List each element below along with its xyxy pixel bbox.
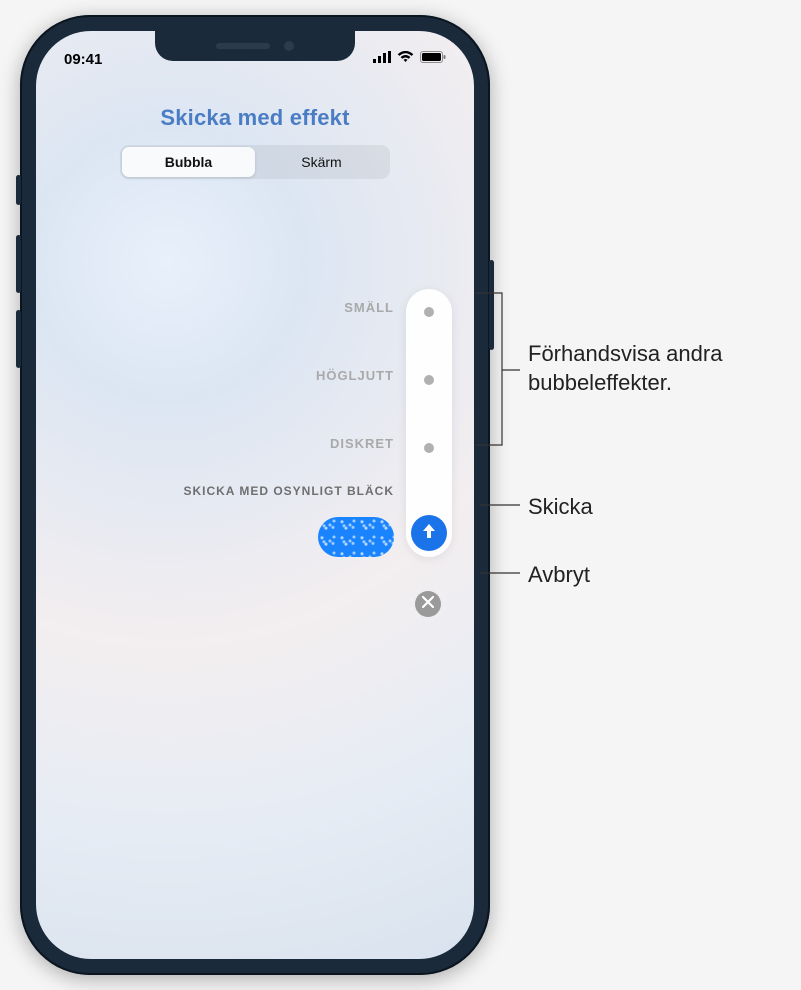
annotation-send: Skicka <box>528 493 593 522</box>
status-time: 09:41 <box>64 51 102 68</box>
annotation-preview: Förhandsvisa andra bubbeleffekter. <box>528 340 801 397</box>
cellular-icon <box>373 50 391 68</box>
status-icons <box>373 50 446 68</box>
wifi-icon <box>397 50 414 68</box>
annotation-cancel: Avbryt <box>528 561 590 590</box>
battery-icon <box>420 50 446 68</box>
notch <box>155 31 355 61</box>
